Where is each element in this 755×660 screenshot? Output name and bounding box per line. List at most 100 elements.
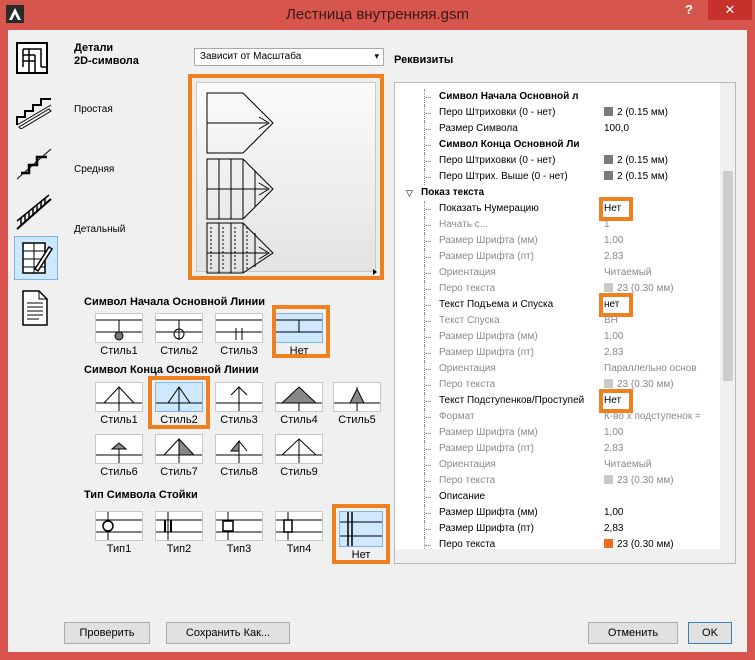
end-style7-option[interactable]: Стиль7	[152, 434, 206, 478]
property-row[interactable]: Текст Подъема и Спуска нет	[395, 293, 720, 317]
end-style5-option[interactable]: Стиль5	[330, 382, 384, 426]
check-button[interactable]: Проверить	[64, 622, 150, 644]
property-value[interactable]: 2 (0.15 мм)	[604, 107, 718, 118]
properties-hscroll[interactable]	[395, 549, 720, 563]
end-style9-option[interactable]: Стиль9	[272, 434, 326, 478]
property-section[interactable]: ▽ Показ текста	[395, 185, 720, 201]
property-row[interactable]: Ориентация Читаемый	[395, 457, 720, 473]
property-row[interactable]: Размер Шрифта (пт) 2,83	[395, 521, 720, 537]
tree-connector	[424, 249, 431, 265]
property-row[interactable]: Размер Шрифта (пт) 2,83	[395, 249, 720, 265]
help-button[interactable]: ?	[677, 2, 701, 22]
end-style4-option[interactable]: Стиль4	[272, 382, 326, 426]
property-value-text: 1,00	[604, 235, 624, 246]
property-row[interactable]: Перо Штриховки (0 - нет) 2 (0.15 мм)	[395, 153, 720, 169]
property-row[interactable]: Размер Шрифта (мм) 1,00	[395, 425, 720, 441]
property-row[interactable]: Размер Шрифта (пт) 2,83	[395, 441, 720, 457]
property-row[interactable]: Формат К-во x подступенок =	[395, 409, 720, 425]
property-value-text: 2,83	[604, 443, 624, 454]
vscroll-thumb[interactable]	[723, 171, 733, 381]
property-value[interactable]: 1,00	[604, 235, 718, 246]
property-name: Начать с...	[439, 219, 489, 230]
detail-level-dropdown[interactable]: Зависит от Масштаба ▾	[194, 48, 384, 66]
property-row[interactable]: Показать Нумерацию Нет	[395, 197, 720, 221]
cancel-button[interactable]: Отменить	[588, 622, 678, 644]
floor-plan-icon[interactable]	[12, 36, 56, 80]
property-row[interactable]: Размер Шрифта (пт) 2,83	[395, 345, 720, 361]
property-value[interactable]: ВН	[604, 315, 718, 326]
start-style3-label: Стиль3	[220, 345, 258, 357]
end-style2-highlight	[148, 376, 210, 429]
property-row[interactable]: Перо Штриховки (0 - нет) 2 (0.15 мм)	[395, 105, 720, 121]
end-style6-option[interactable]: Стиль6	[92, 434, 146, 478]
property-value[interactable]: Параллельно основ	[604, 363, 718, 374]
stair-section-icon[interactable]	[12, 88, 56, 132]
ok-button[interactable]: OK	[688, 622, 732, 644]
details-header: Детали 2D-символа	[74, 42, 139, 67]
property-value[interactable]: 2,83	[604, 347, 718, 358]
stair-profile-icon[interactable]	[12, 140, 56, 184]
property-row[interactable]: Символ Начала Основной л	[395, 89, 720, 105]
property-row[interactable]: Перо текста 23 (0.30 мм)	[395, 281, 720, 297]
property-value[interactable]: К-во x подступенок =	[604, 411, 718, 422]
stair-railing-icon[interactable]	[12, 190, 56, 234]
collapse-triangle-icon[interactable]: ▽	[406, 188, 413, 199]
property-row[interactable]: Перо Штрих. Выше (0 - нет) 2 (0.15 мм)	[395, 169, 720, 185]
stair-preview-canvas	[196, 82, 377, 275]
property-row[interactable]: Размер Шрифта (мм) 1,00	[395, 329, 720, 345]
post-type2-option[interactable]: Тип2	[152, 511, 206, 555]
property-row[interactable]: Текст Спуска ВН	[395, 313, 720, 329]
start-style1-option[interactable]: Стиль1	[92, 313, 146, 357]
property-value[interactable]: 100,0	[604, 123, 718, 134]
property-row[interactable]: Размер Символа 100,0	[395, 121, 720, 137]
property-row[interactable]: Текст Подступенков/Проступей Нет	[395, 389, 720, 413]
properties-panel: Символ Начала Основной л Перо Штриховки (…	[394, 82, 736, 564]
property-value[interactable]: 2,83	[604, 251, 718, 262]
property-name: Описание	[439, 491, 486, 502]
property-value[interactable]: 2 (0.15 мм)	[604, 171, 718, 182]
property-value[interactable]: 2 (0.15 мм)	[604, 155, 718, 166]
property-value[interactable]: 2,83	[604, 523, 718, 534]
property-row[interactable]: Размер Шрифта (мм) 1,00	[395, 505, 720, 521]
end-style3-option[interactable]: Стиль3	[212, 382, 266, 426]
property-value[interactable]: 23 (0.30 мм)	[604, 475, 718, 486]
tree-connector	[424, 393, 431, 409]
stair-symbol-edit-icon[interactable]	[14, 236, 58, 280]
property-value[interactable]: 2,83	[604, 443, 718, 454]
property-name: Перо Штрих. Выше (0 - нет)	[439, 171, 568, 182]
property-name: Размер Шрифта (мм)	[439, 235, 538, 246]
stair-preview-panel[interactable]	[188, 74, 384, 280]
end-style7-label: Стиль7	[160, 466, 198, 478]
property-value[interactable]: 1,00	[604, 331, 718, 342]
properties-vscroll[interactable]	[720, 83, 735, 563]
property-row[interactable]: Ориентация Параллельно основ	[395, 361, 720, 377]
property-row[interactable]: Символ Конца Основной Ли	[395, 137, 720, 153]
property-value[interactable]: 1,00	[604, 507, 718, 518]
property-name: Перо Штриховки (0 - нет)	[439, 155, 556, 166]
property-row[interactable]: Ориентация Читаемый	[395, 265, 720, 281]
property-value[interactable]: 1,00	[604, 427, 718, 438]
pen-color-swatch	[604, 379, 613, 388]
post-type4-option[interactable]: Тип4	[272, 511, 326, 555]
tree-connector	[424, 217, 431, 233]
property-row[interactable]: Размер Шрифта (мм) 1,00	[395, 233, 720, 249]
property-value[interactable]: Читаемый	[604, 459, 718, 470]
property-row[interactable]: Перо текста 23 (0.30 мм)	[395, 377, 720, 393]
property-name: Размер Шрифта (пт)	[439, 251, 534, 262]
close-button[interactable]: ✕	[708, 0, 752, 20]
end-style8-option[interactable]: Стиль8	[212, 434, 266, 478]
property-row[interactable]: Перо текста 23 (0.30 мм)	[395, 473, 720, 489]
post-type1-option[interactable]: Тип1	[92, 511, 146, 555]
property-value[interactable]: 1	[604, 219, 718, 230]
save-as-button[interactable]: Сохранить Как...	[166, 622, 290, 644]
end-style1-option[interactable]: Стиль1	[92, 382, 146, 426]
property-value[interactable]: Читаемый	[604, 267, 718, 278]
property-row[interactable]: Начать с... 1	[395, 217, 720, 233]
property-row[interactable]: Описание	[395, 489, 720, 505]
start-style2-option[interactable]: Стиль2	[152, 313, 206, 357]
post-type3-option[interactable]: Тип3	[212, 511, 266, 555]
tree-connector	[424, 473, 431, 489]
property-name: Размер Шрифта (мм)	[439, 507, 538, 518]
start-style3-option[interactable]: Стиль3	[212, 313, 266, 357]
document-icon[interactable]	[12, 286, 56, 330]
